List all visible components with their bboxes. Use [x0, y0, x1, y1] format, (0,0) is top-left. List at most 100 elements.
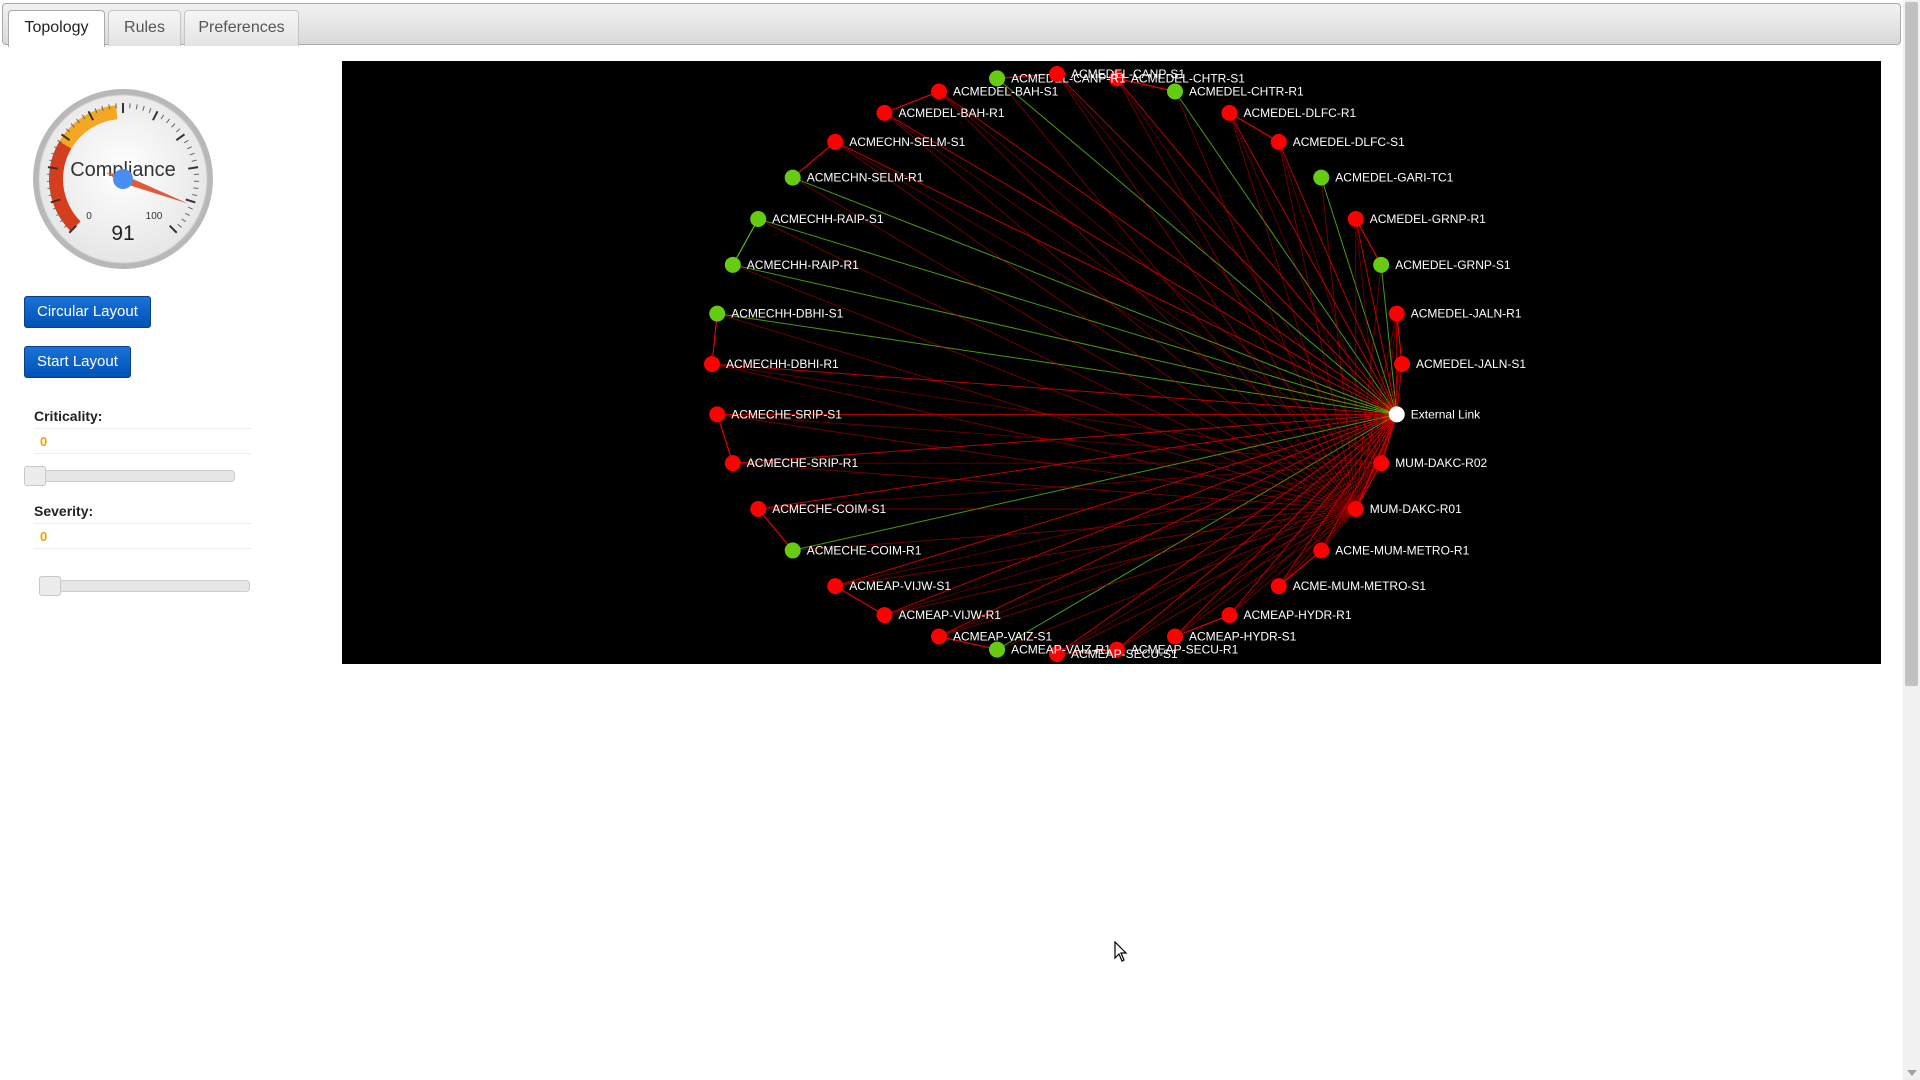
node-dot[interactable] [1270, 578, 1287, 595]
start-layout-button[interactable]: Start Layout [24, 346, 131, 378]
topology-node[interactable]: ACMEAP-VIJW-R1 [876, 607, 1002, 624]
node-dot[interactable] [1221, 104, 1238, 121]
severity-value: 0 [34, 523, 252, 549]
node-label: MUM-DAKC-R01 [1370, 502, 1462, 516]
circular-layout-button[interactable]: Circular Layout [24, 296, 151, 328]
topology-node[interactable]: ACMECHN-SELM-S1 [827, 133, 966, 150]
node-dot[interactable] [709, 406, 726, 423]
node-label: ACMEAP-VIJW-R1 [899, 608, 1002, 622]
topology-node[interactable]: ACMEDEL-JALN-R1 [1388, 305, 1522, 322]
node-label: ACMEAP-HYDR-S1 [1189, 630, 1297, 644]
topology-canvas[interactable]: ACMEDEL-CHTR-S1ACMEDEL-CHTR-R1ACMEDEL-DL… [342, 61, 1881, 664]
node-dot[interactable] [1049, 66, 1065, 82]
topology-node[interactable]: ACMECHH-DBHI-S1 [709, 305, 844, 322]
topology-node[interactable]: ACMEDEL-GRNP-S1 [1373, 256, 1511, 273]
node-dot[interactable] [931, 83, 948, 100]
node-dot[interactable] [989, 70, 1006, 87]
topology-node[interactable]: ACMEDEL-JALN-S1 [1394, 356, 1526, 372]
topology-node[interactable]: ACME-MUM-METRO-R1 [1313, 542, 1470, 559]
topology-node[interactable]: MUM-DAKC-R01 [1347, 501, 1462, 517]
node-dot[interactable] [1388, 305, 1405, 322]
node-label: ACMEDEL-BAH-S1 [953, 84, 1059, 98]
node-dot[interactable] [1221, 607, 1238, 624]
criticality-value: 0 [34, 428, 252, 454]
node-label: ACMECHE-COIM-R1 [807, 543, 922, 557]
gauge-min-label: 0 [86, 211, 92, 222]
topology-node[interactable]: ACMECHH-RAIP-R1 [724, 256, 859, 273]
node-dot[interactable] [784, 169, 801, 186]
node-label: ACMEDEL-GRNP-R1 [1370, 212, 1486, 226]
node-dot[interactable] [1373, 455, 1390, 472]
severity-slider-handle[interactable] [39, 576, 61, 596]
severity-slider[interactable] [39, 580, 250, 592]
node-dot[interactable] [1388, 406, 1405, 423]
topology-node[interactable]: ACMEAP-HYDR-R1 [1221, 607, 1352, 624]
node-dot[interactable] [1166, 83, 1183, 100]
node-dot[interactable] [876, 104, 893, 121]
node-dot[interactable] [750, 211, 767, 227]
topology-node[interactable]: ACMECHH-DBHI-R1 [704, 356, 839, 372]
topology-node[interactable]: ACMEAP-VAIZ-S1 [931, 628, 1052, 645]
topology-link [711, 363, 1356, 510]
node-label: MUM-DAKC-R02 [1395, 456, 1487, 470]
node-label: ACMECHE-SRIP-S1 [731, 407, 842, 421]
topology-node[interactable]: ACMEDEL-DLFC-R1 [1221, 104, 1357, 121]
node-dot[interactable] [1270, 133, 1287, 150]
gauge-minor-tick [47, 187, 53, 190]
node-label: ACMEAP-VAIZ-S1 [953, 630, 1052, 644]
node-dot[interactable] [1347, 501, 1364, 517]
node-dot[interactable] [1313, 169, 1330, 186]
topology-link [1056, 462, 1382, 655]
node-dot[interactable] [827, 133, 844, 150]
node-label: ACMEDEL-CHTR-R1 [1189, 84, 1304, 98]
tab-topology[interactable]: Topology [8, 10, 105, 47]
node-dot[interactable] [876, 607, 893, 624]
tab-preferences[interactable]: Preferences [184, 10, 299, 46]
node-dot[interactable] [827, 578, 844, 595]
node-dot[interactable] [750, 501, 767, 517]
topology-node[interactable]: ACMECHN-SELM-R1 [784, 169, 924, 186]
criticality-label: Criticality: [34, 408, 103, 424]
node-label: ACMECHN-SELM-S1 [849, 135, 965, 149]
node-label: ACMEDEL-CANP-S1 [1071, 67, 1185, 81]
criticality-slider-handle[interactable] [24, 466, 46, 486]
topology-node[interactable]: ACMEDEL-DLFC-S1 [1270, 133, 1405, 150]
node-label: ACMEDEL-JALN-R1 [1411, 307, 1522, 321]
criticality-slider[interactable] [25, 470, 235, 482]
node-dot[interactable] [784, 542, 801, 559]
node-dot[interactable] [1373, 256, 1390, 273]
topology-node[interactable]: ACMEDEL-BAH-R1 [876, 104, 1005, 121]
severity-label: Severity: [34, 503, 94, 519]
node-dot[interactable] [709, 305, 726, 322]
topology-link [1355, 218, 1382, 464]
topology-node[interactable]: External Link [1388, 406, 1481, 423]
node-label: ACMEAP-HYDR-R1 [1244, 608, 1352, 622]
topology-node[interactable]: ACMEDEL-CHTR-R1 [1166, 83, 1304, 100]
topology-link [835, 413, 1397, 587]
compliance-gauge: Compliance 0 100 91 [33, 89, 213, 269]
topology-node[interactable]: ACMEDEL-GRNP-R1 [1347, 211, 1486, 227]
node-dot[interactable] [724, 455, 741, 472]
topology-nodes: ACMEDEL-CHTR-S1ACMEDEL-CHTR-R1ACMEDEL-DL… [704, 66, 1526, 662]
node-label: ACMECHN-SELM-R1 [807, 171, 924, 185]
node-dot[interactable] [724, 256, 741, 273]
topology-node[interactable]: ACMECHE-COIM-R1 [784, 542, 922, 559]
node-dot[interactable] [989, 641, 1006, 658]
node-dot[interactable] [1394, 356, 1410, 372]
topology-node[interactable]: ACMEDEL-GARI-TC1 [1313, 169, 1454, 186]
topology-node[interactable]: MUM-DAKC-R02 [1373, 455, 1488, 472]
tab-rules[interactable]: Rules [108, 10, 181, 46]
node-dot[interactable] [1313, 542, 1330, 559]
node-label: ACMECHE-SRIP-R1 [747, 456, 859, 470]
gauge-minor-tick [193, 187, 199, 190]
page-scrollbar[interactable] [1903, 0, 1920, 1080]
topology-node[interactable]: ACME-MUM-METRO-S1 [1270, 578, 1427, 595]
node-label: ACME-MUM-METRO-S1 [1293, 579, 1427, 593]
node-dot[interactable] [1347, 211, 1364, 227]
node-label: ACMECHH-DBHI-S1 [731, 307, 843, 321]
node-label: ACME-MUM-METRO-R1 [1335, 543, 1469, 557]
node-dot[interactable] [704, 356, 720, 372]
node-dot[interactable] [931, 628, 948, 645]
scrollbar-thumb[interactable] [1905, 2, 1918, 686]
scroll-down-arrow-icon[interactable] [1907, 1070, 1917, 1076]
